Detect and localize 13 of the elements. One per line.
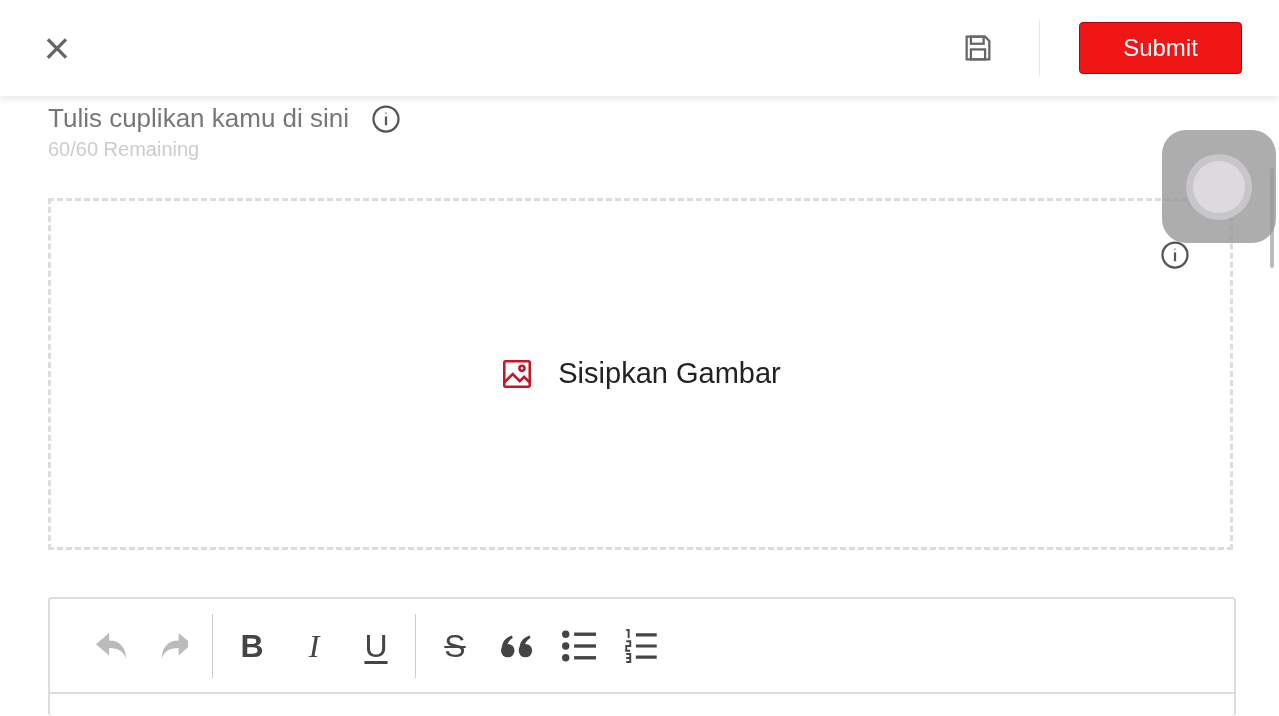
numbered-list-icon[interactable]	[624, 628, 658, 663]
snippet-title: Tulis cuplikan kamu di sini	[48, 102, 350, 135]
bold-button[interactable]: B	[229, 622, 275, 669]
bullet-list-icon[interactable]	[562, 628, 596, 663]
quote-icon[interactable]	[501, 633, 533, 658]
close-button[interactable]: ×	[38, 29, 76, 67]
strikethrough-button[interactable]: S	[432, 622, 478, 669]
submit-button[interactable]: Submit	[1079, 22, 1242, 74]
underline-button[interactable]: U	[353, 622, 399, 669]
info-icon[interactable]	[371, 103, 402, 134]
italic-button[interactable]: I	[291, 622, 337, 669]
info-icon[interactable]	[1160, 240, 1190, 270]
insert-image-label: Sisipkan Gambar	[558, 356, 781, 392]
